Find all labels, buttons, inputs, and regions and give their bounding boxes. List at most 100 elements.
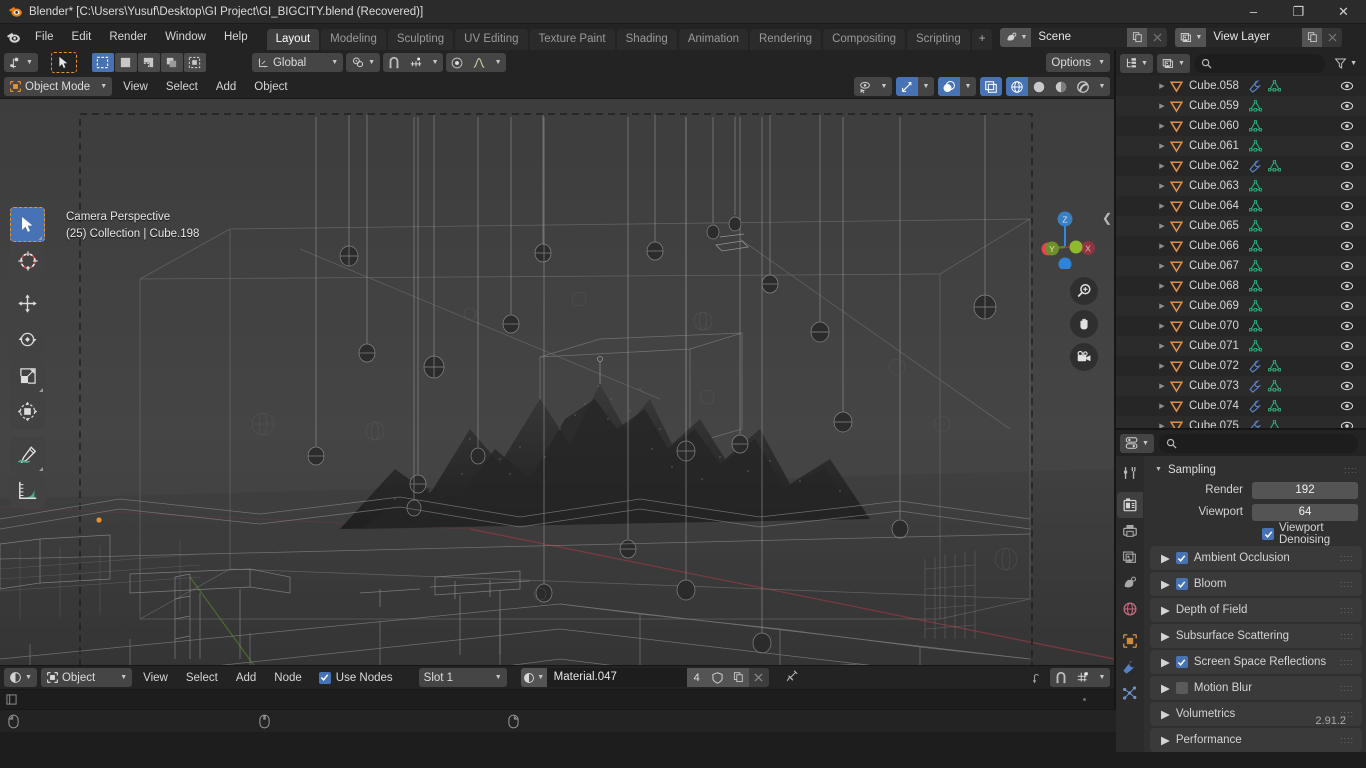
remove-scene-button[interactable] <box>1147 27 1168 47</box>
visibility-eye-icon[interactable] <box>1340 180 1354 192</box>
visibility-eye-icon[interactable] <box>1340 140 1354 152</box>
node-canvas-area[interactable] <box>22 690 1054 709</box>
collapse-triangle-icon[interactable]: ▼ <box>1155 466 1162 473</box>
outliner-row-cube-059[interactable]: ▶ Cube.059 <box>1116 96 1366 116</box>
visibility-eye-icon[interactable] <box>1340 300 1354 312</box>
move-tool-button[interactable] <box>10 286 45 321</box>
snap-toggle-button[interactable] <box>383 53 405 72</box>
tab-uv-editing[interactable]: UV Editing <box>455 28 528 50</box>
outliner-row-cube-073[interactable]: ▶ Cube.073 <box>1116 376 1366 396</box>
outliner-row-cube-065[interactable]: ▶ Cube.065 <box>1116 216 1366 236</box>
node-snap-magnet-button[interactable] <box>1050 668 1072 687</box>
scene-name[interactable]: Scene <box>1031 27 1128 47</box>
expand-triangle-icon[interactable]: ▶ <box>1156 142 1168 150</box>
use-nodes-toggle[interactable]: Use Nodes <box>318 671 393 684</box>
snap-target-button[interactable] <box>405 53 427 72</box>
expand-triangle-icon[interactable]: ▶ <box>1161 681 1170 695</box>
menu-file[interactable]: File <box>27 28 62 46</box>
ambient-occlusion-checkbox[interactable] <box>1175 552 1188 564</box>
visibility-eye-icon[interactable] <box>1340 360 1354 372</box>
panel-bloom[interactable]: ▶ Bloom :::: <box>1150 572 1362 596</box>
panel-depth-of-field[interactable]: ▶ Depth of Field :::: <box>1150 598 1362 622</box>
axis-gizmo[interactable]: X Y Z <box>1026 207 1104 271</box>
tab-shading[interactable]: Shading <box>616 28 677 50</box>
outliner-item-name[interactable]: Cube.058 <box>1189 80 1239 92</box>
shader-editor-type-button[interactable]: ▼ <box>4 668 37 687</box>
snap-pivot-button[interactable]: ▼ <box>346 53 381 72</box>
new-view-layer-button[interactable] <box>1302 27 1323 47</box>
outliner-row-cube-061[interactable]: ▶ Cube.061 <box>1116 136 1366 156</box>
solid-shading-button[interactable] <box>1028 77 1050 96</box>
tweak-tool-indicator[interactable] <box>50 52 77 73</box>
fake-user-button[interactable] <box>706 668 728 687</box>
properties-search-box[interactable] <box>1158 433 1358 453</box>
outliner-filter-button[interactable]: ▼ <box>1329 54 1362 73</box>
outliner-item-name[interactable]: Cube.059 <box>1189 100 1239 112</box>
object-visibility-button[interactable] <box>854 77 876 96</box>
view-layer-browse-button[interactable]: ▼ <box>1175 27 1207 47</box>
select-box-button[interactable] <box>91 53 114 72</box>
expand-triangle-icon[interactable]: ▶ <box>1156 282 1168 290</box>
expand-triangle-icon[interactable]: ▶ <box>1156 382 1168 390</box>
expand-triangle-icon[interactable]: ▶ <box>1161 655 1170 669</box>
outliner-row-cube-067[interactable]: ▶ Cube.067 <box>1116 256 1366 276</box>
outliner-item-name[interactable]: Cube.063 <box>1189 180 1239 192</box>
outliner-item-name[interactable]: Cube.067 <box>1189 260 1239 272</box>
add-workspace-button[interactable]: + <box>971 28 993 50</box>
pan-view-button[interactable] <box>1070 310 1098 338</box>
screen-space-reflections-checkbox[interactable] <box>1175 656 1188 668</box>
outliner-row-cube-064[interactable]: ▶ Cube.064 <box>1116 196 1366 216</box>
world-properties-tab[interactable] <box>1117 596 1143 622</box>
snap-dropdown[interactable]: ▼ <box>427 53 443 72</box>
transform-tool-button[interactable] <box>10 394 45 429</box>
outliner-row-cube-075[interactable]: ▶ Cube.075 <box>1116 416 1366 428</box>
expand-triangle-icon[interactable]: ▶ <box>1161 577 1170 591</box>
expand-triangle-icon[interactable]: ▶ <box>1156 202 1168 210</box>
bloom-checkbox[interactable] <box>1175 578 1188 590</box>
tab-scripting[interactable]: Scripting <box>906 28 970 50</box>
sampling-panel-header[interactable]: ▼ Sampling :::: <box>1144 459 1366 480</box>
shader-menu-select[interactable]: Select <box>179 670 225 686</box>
panel-subsurface-scattering[interactable]: ▶ Subsurface Scattering :::: <box>1150 624 1362 648</box>
expand-triangle-icon[interactable]: ▶ <box>1156 182 1168 190</box>
remove-view-layer-button[interactable] <box>1322 27 1343 47</box>
outliner-item-name[interactable]: Cube.074 <box>1189 400 1239 412</box>
expand-triangle-icon[interactable]: ▶ <box>1161 629 1170 643</box>
outliner-row-cube-063[interactable]: ▶ Cube.063 <box>1116 176 1366 196</box>
expand-triangle-icon[interactable]: ▶ <box>1156 162 1168 170</box>
render-samples-value[interactable]: 192 <box>1252 481 1358 499</box>
visibility-eye-icon[interactable] <box>1340 160 1354 172</box>
falloff-dropdown[interactable]: ▼ <box>490 53 506 72</box>
expand-triangle-icon[interactable]: ▶ <box>1161 707 1170 721</box>
outliner-row-cube-074[interactable]: ▶ Cube.074 <box>1116 396 1366 416</box>
expand-triangle-icon[interactable]: ▶ <box>1156 262 1168 270</box>
visibility-eye-icon[interactable] <box>1340 260 1354 272</box>
expand-triangle-icon[interactable]: ▶ <box>1156 242 1168 250</box>
gizmo-dropdown[interactable]: ▼ <box>918 77 934 96</box>
outliner-item-name[interactable]: Cube.064 <box>1189 200 1239 212</box>
outliner-row-cube-070[interactable]: ▶ Cube.070 <box>1116 316 1366 336</box>
unlink-material-button[interactable] <box>748 668 769 687</box>
camera-view-button[interactable] <box>1070 343 1098 371</box>
panel-ambient-occlusion[interactable]: ▶ Ambient Occlusion :::: <box>1150 546 1362 570</box>
properties-editor-type-button[interactable]: ▼ <box>1120 433 1154 453</box>
outliner-row-cube-071[interactable]: ▶ Cube.071 <box>1116 336 1366 356</box>
expand-triangle-icon[interactable]: ▶ <box>1161 551 1170 565</box>
editor-type-button[interactable]: ▼ <box>4 53 38 72</box>
expand-triangle-icon[interactable]: ▶ <box>1156 322 1168 330</box>
outliner-row-cube-060[interactable]: ▶ Cube.060 <box>1116 116 1366 136</box>
scale-tool-button[interactable] <box>10 358 45 393</box>
menu-window[interactable]: Window <box>157 28 214 46</box>
pin-button[interactable] <box>785 669 799 686</box>
toggle-xray-button[interactable] <box>980 77 1002 96</box>
expand-triangle-icon[interactable]: ▶ <box>1156 422 1168 428</box>
panel-motion-blur[interactable]: ▶ Motion Blur :::: <box>1150 676 1362 700</box>
shader-menu-node[interactable]: Node <box>267 670 309 686</box>
expand-triangle-icon[interactable]: ▶ <box>1156 222 1168 230</box>
shader-editor-canvas[interactable] <box>0 689 1114 709</box>
tool-properties-tab[interactable] <box>1117 460 1143 486</box>
select-intersect-button[interactable] <box>183 53 206 72</box>
material-browse-button[interactable]: ▼ <box>520 668 547 687</box>
expand-triangle-icon[interactable]: ▶ <box>1156 122 1168 130</box>
visibility-eye-icon[interactable] <box>1340 120 1354 132</box>
